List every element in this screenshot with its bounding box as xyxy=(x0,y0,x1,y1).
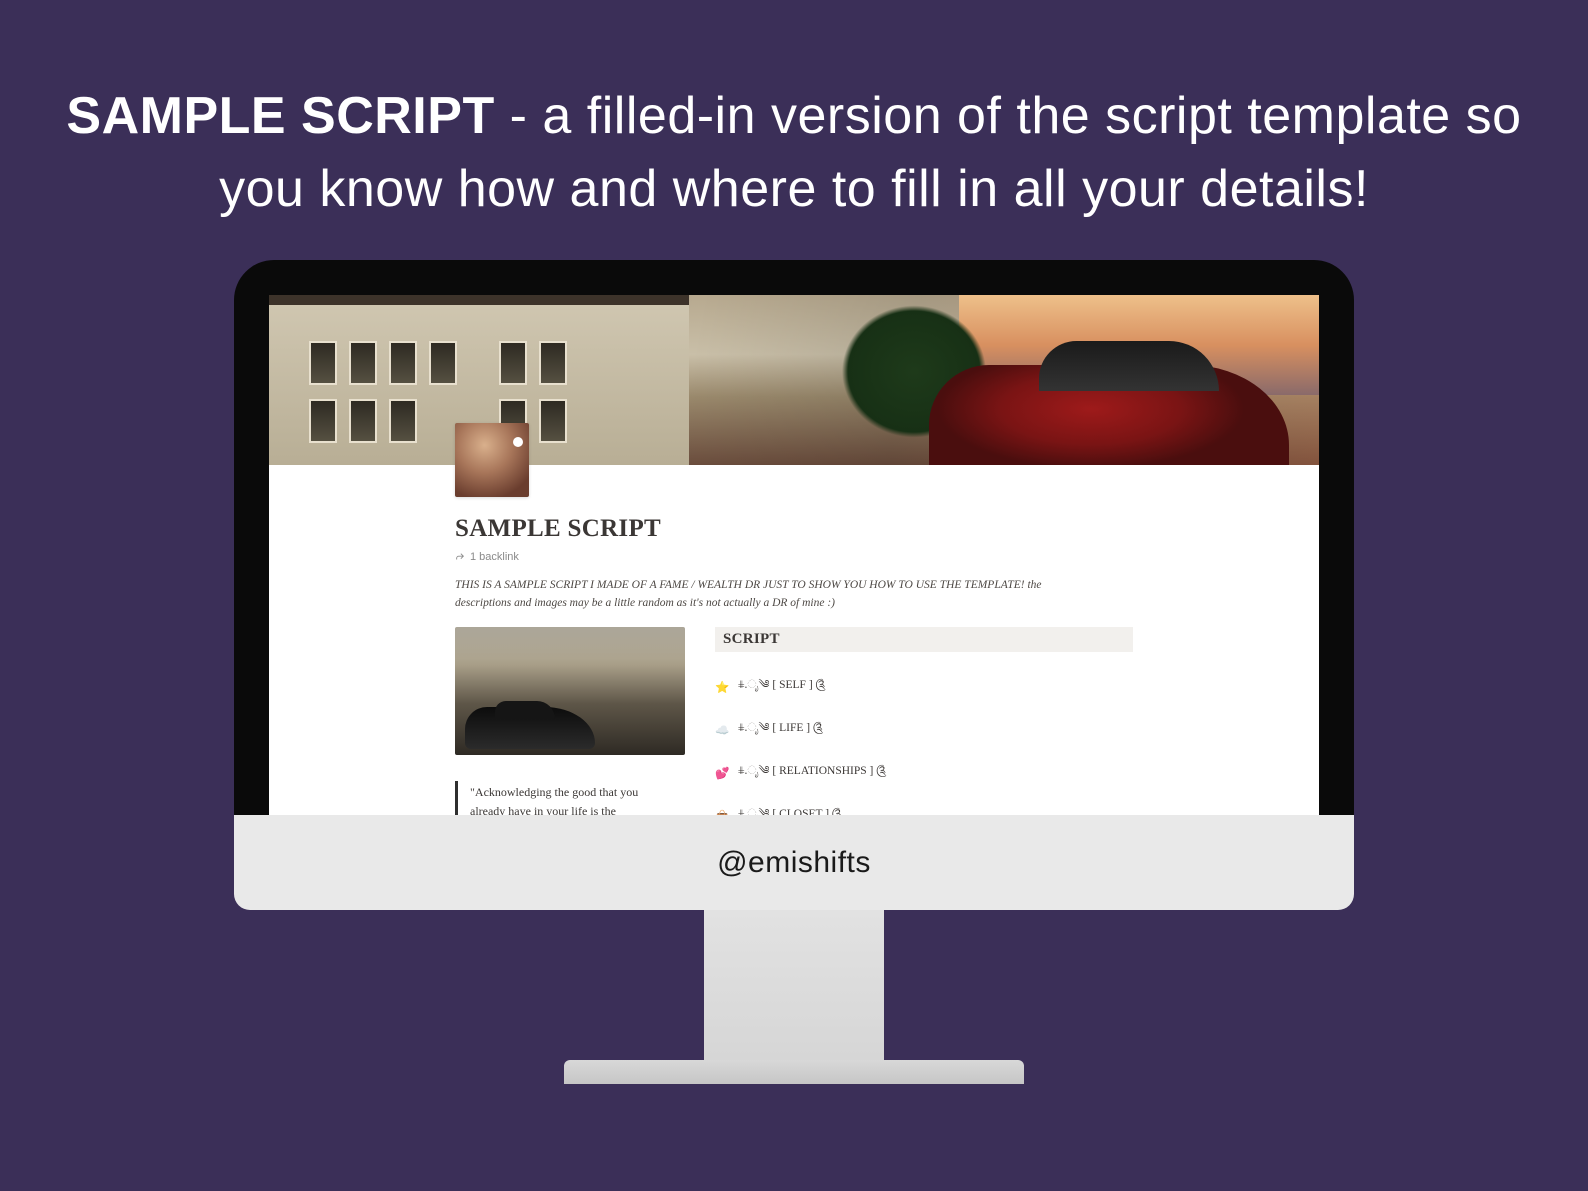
monitor-stand-base xyxy=(564,1060,1024,1084)
mansion-car-image[interactable] xyxy=(455,627,685,755)
script-section-header: SCRIPT xyxy=(715,627,1133,652)
hearts-icon: 💕 xyxy=(715,766,730,780)
handbag-icon: 👜 xyxy=(715,809,730,815)
script-link-label: ⋕.ೃ༄ [ SELF ] ༊ xyxy=(738,671,826,704)
headline-bold: SAMPLE SCRIPT xyxy=(66,87,494,145)
script-link-self[interactable]: ⭐ ⋕.ೃ༄ [ SELF ] ༊ xyxy=(715,666,1133,709)
cover-image[interactable] xyxy=(269,295,1319,465)
monitor-stand-neck xyxy=(704,910,884,1060)
backlink-icon xyxy=(455,552,465,562)
backlink-label: 1 backlink xyxy=(470,551,519,563)
notion-screen: SAMPLE SCRIPT 1 backlink THIS IS A SAMPL… xyxy=(269,295,1319,815)
backlink-row[interactable]: 1 backlink xyxy=(455,551,1133,563)
cloud-icon: ☁️ xyxy=(715,723,730,737)
page-icon-avatar[interactable] xyxy=(455,423,529,497)
script-link-list: ⭐ ⋕.ೃ༄ [ SELF ] ༊ ☁️ ⋕.ೃ༄ [ LIFE ] ༊ 💕 ⋕… xyxy=(715,666,1133,815)
author-handle: @emishifts xyxy=(717,846,871,880)
script-link-label: ⋕.ೃ༄ [ CLOSET ] ༊ xyxy=(738,800,842,815)
monitor-chin: @emishifts xyxy=(234,815,1354,910)
star-icon: ⭐ xyxy=(715,680,730,694)
page-body: SAMPLE SCRIPT 1 backlink THIS IS A SAMPL… xyxy=(269,465,1319,815)
promo-headline: SAMPLE SCRIPT - a filled-in version of t… xyxy=(50,80,1538,226)
script-link-life[interactable]: ☁️ ⋕.ೃ༄ [ LIFE ] ༊ xyxy=(715,709,1133,752)
monitor-bezel: SAMPLE SCRIPT 1 backlink THIS IS A SAMPL… xyxy=(234,260,1354,815)
script-link-relationships[interactable]: 💕 ⋕.ೃ༄ [ RELATIONSHIPS ] ༊ xyxy=(715,752,1133,795)
script-link-closet[interactable]: 👜 ⋕.ೃ༄ [ CLOSET ] ༊ xyxy=(715,795,1133,815)
page-description: THIS IS A SAMPLE SCRIPT I MADE OF A FAME… xyxy=(455,577,1065,613)
monitor-mockup: SAMPLE SCRIPT 1 backlink THIS IS A SAMPL… xyxy=(234,260,1354,1084)
page-title: SAMPLE SCRIPT xyxy=(455,515,1133,543)
script-link-label: ⋕.ೃ༄ [ RELATIONSHIPS ] ༊ xyxy=(738,757,886,790)
quote-block: "Acknowledging the good that you already… xyxy=(455,781,665,815)
script-link-label: ⋕.ೃ༄ [ LIFE ] ༊ xyxy=(738,714,823,747)
